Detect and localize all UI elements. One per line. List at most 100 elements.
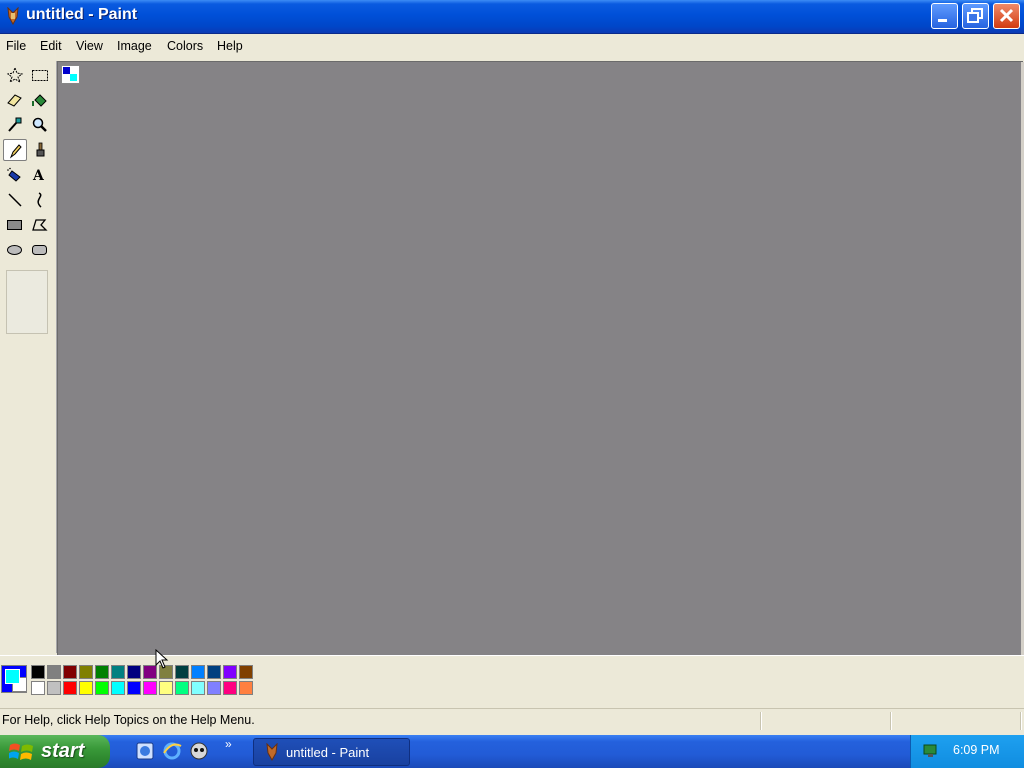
- tool-pencil[interactable]: [3, 139, 27, 161]
- start-label: start: [41, 740, 85, 762]
- palette-swatch[interactable]: [47, 665, 61, 679]
- paint-app-icon[interactable]: [5, 6, 21, 26]
- palette-swatch[interactable]: [95, 681, 109, 695]
- tool-eraser[interactable]: [3, 89, 27, 111]
- palette-swatch[interactable]: [191, 665, 205, 679]
- menu-image[interactable]: Image: [117, 39, 152, 53]
- taskbar-button-label: untitled - Paint: [286, 745, 370, 760]
- canvas-workspace[interactable]: [57, 61, 1024, 655]
- menu-view[interactable]: View: [76, 39, 103, 53]
- palette-swatch[interactable]: [47, 681, 61, 695]
- tool-pick-color[interactable]: [3, 114, 27, 136]
- drawing-canvas[interactable]: [61, 65, 80, 84]
- airbrush-icon: [7, 167, 21, 182]
- free-select-icon: [6, 67, 24, 83]
- palette-swatch[interactable]: [223, 681, 237, 695]
- taskbar-button-paint[interactable]: untitled - Paint: [253, 738, 410, 766]
- pencil-icon: [9, 144, 22, 159]
- mouse-cursor-icon: [155, 649, 169, 669]
- palette-swatch[interactable]: [127, 681, 141, 695]
- status-help-text: For Help, click Help Topics on the Help …: [2, 713, 255, 727]
- palette-swatch[interactable]: [239, 665, 253, 679]
- palette-swatch[interactable]: [31, 681, 45, 695]
- ie-app-icon[interactable]: [135, 741, 155, 761]
- status-divider: [890, 712, 892, 730]
- internet-explorer-icon[interactable]: [162, 741, 182, 761]
- svg-text:A: A: [32, 168, 45, 183]
- polygon-icon: [32, 219, 48, 231]
- media-player-icon[interactable]: [189, 741, 209, 761]
- rectangle-icon: [7, 220, 22, 230]
- tool-fill-with-color[interactable]: [28, 89, 52, 111]
- palette-swatch[interactable]: [79, 665, 93, 679]
- palette-swatch[interactable]: [207, 665, 221, 679]
- rounded-rect-icon: [32, 245, 47, 255]
- eraser-icon: [7, 94, 22, 107]
- tool-polygon[interactable]: [28, 214, 52, 236]
- menu-help[interactable]: Help: [217, 39, 243, 53]
- minimize-button[interactable]: [931, 3, 958, 29]
- close-button[interactable]: [993, 3, 1020, 29]
- tool-line[interactable]: [3, 189, 27, 211]
- menu-file[interactable]: File: [6, 39, 26, 53]
- paint-bucket-icon: [32, 94, 47, 107]
- palette-swatch[interactable]: [143, 681, 157, 695]
- tool-brush[interactable]: [28, 139, 52, 161]
- paint-app-icon: [266, 743, 278, 761]
- foreground-color-swatch[interactable]: [5, 669, 20, 684]
- tool-rounded-rectangle[interactable]: [28, 239, 52, 261]
- toolbox: A: [0, 61, 57, 653]
- palette-swatch[interactable]: [63, 665, 77, 679]
- line-icon: [8, 193, 22, 207]
- tool-text[interactable]: A: [28, 164, 52, 186]
- windows-logo-icon: [9, 743, 33, 760]
- palette-swatch[interactable]: [111, 681, 125, 695]
- start-button[interactable]: start: [0, 735, 110, 768]
- status-divider: [1020, 712, 1022, 730]
- window-title: untitled - Paint: [26, 6, 138, 23]
- palette-swatch[interactable]: [95, 665, 109, 679]
- color-box: [0, 655, 1024, 702]
- menu-bar: File Edit View Image Colors Help: [0, 34, 1024, 59]
- text-icon: A: [32, 168, 45, 183]
- palette-swatch[interactable]: [175, 681, 189, 695]
- status-bar: For Help, click Help Topics on the Help …: [0, 708, 1024, 733]
- brush-icon: [36, 142, 45, 157]
- palette-swatch[interactable]: [31, 665, 45, 679]
- magnifier-icon: [32, 117, 47, 132]
- palette-swatch[interactable]: [63, 681, 77, 695]
- restore-button[interactable]: [962, 3, 989, 29]
- quick-launch-chevron[interactable]: »: [225, 737, 232, 751]
- tool-select[interactable]: [28, 64, 52, 86]
- taskbar: start » untitled - Paint 6:09 PM: [0, 735, 1024, 768]
- palette-swatch[interactable]: [239, 681, 253, 695]
- palette-swatch[interactable]: [159, 681, 173, 695]
- ellipse-icon: [7, 245, 22, 255]
- palette-swatch[interactable]: [79, 681, 93, 695]
- tool-curve[interactable]: [28, 189, 52, 211]
- rect-select-icon: [32, 70, 48, 81]
- curve-icon: [37, 192, 42, 208]
- tool-ellipse[interactable]: [3, 239, 27, 261]
- tool-rectangle[interactable]: [3, 214, 27, 236]
- menu-colors[interactable]: Colors: [167, 39, 203, 53]
- clock[interactable]: 6:09 PM: [953, 743, 1000, 757]
- color-indicator: [1, 665, 27, 693]
- network-tray-icon[interactable]: [921, 741, 941, 761]
- tool-free-form-select[interactable]: [3, 64, 27, 86]
- palette-swatch[interactable]: [175, 665, 189, 679]
- palette-swatch[interactable]: [191, 681, 205, 695]
- tool-airbrush[interactable]: [3, 164, 27, 186]
- tool-magnifier[interactable]: [28, 114, 52, 136]
- tool-options-box[interactable]: [6, 270, 48, 334]
- palette-swatch[interactable]: [207, 681, 221, 695]
- palette-swatch[interactable]: [111, 665, 125, 679]
- menu-edit[interactable]: Edit: [40, 39, 62, 53]
- title-bar[interactable]: untitled - Paint: [0, 0, 1024, 34]
- palette-swatch[interactable]: [127, 665, 141, 679]
- system-tray: 6:09 PM: [910, 735, 1024, 768]
- palette-swatch[interactable]: [223, 665, 237, 679]
- eyedropper-icon: [8, 117, 22, 132]
- status-divider: [760, 712, 762, 730]
- canvas-content: [63, 67, 77, 81]
